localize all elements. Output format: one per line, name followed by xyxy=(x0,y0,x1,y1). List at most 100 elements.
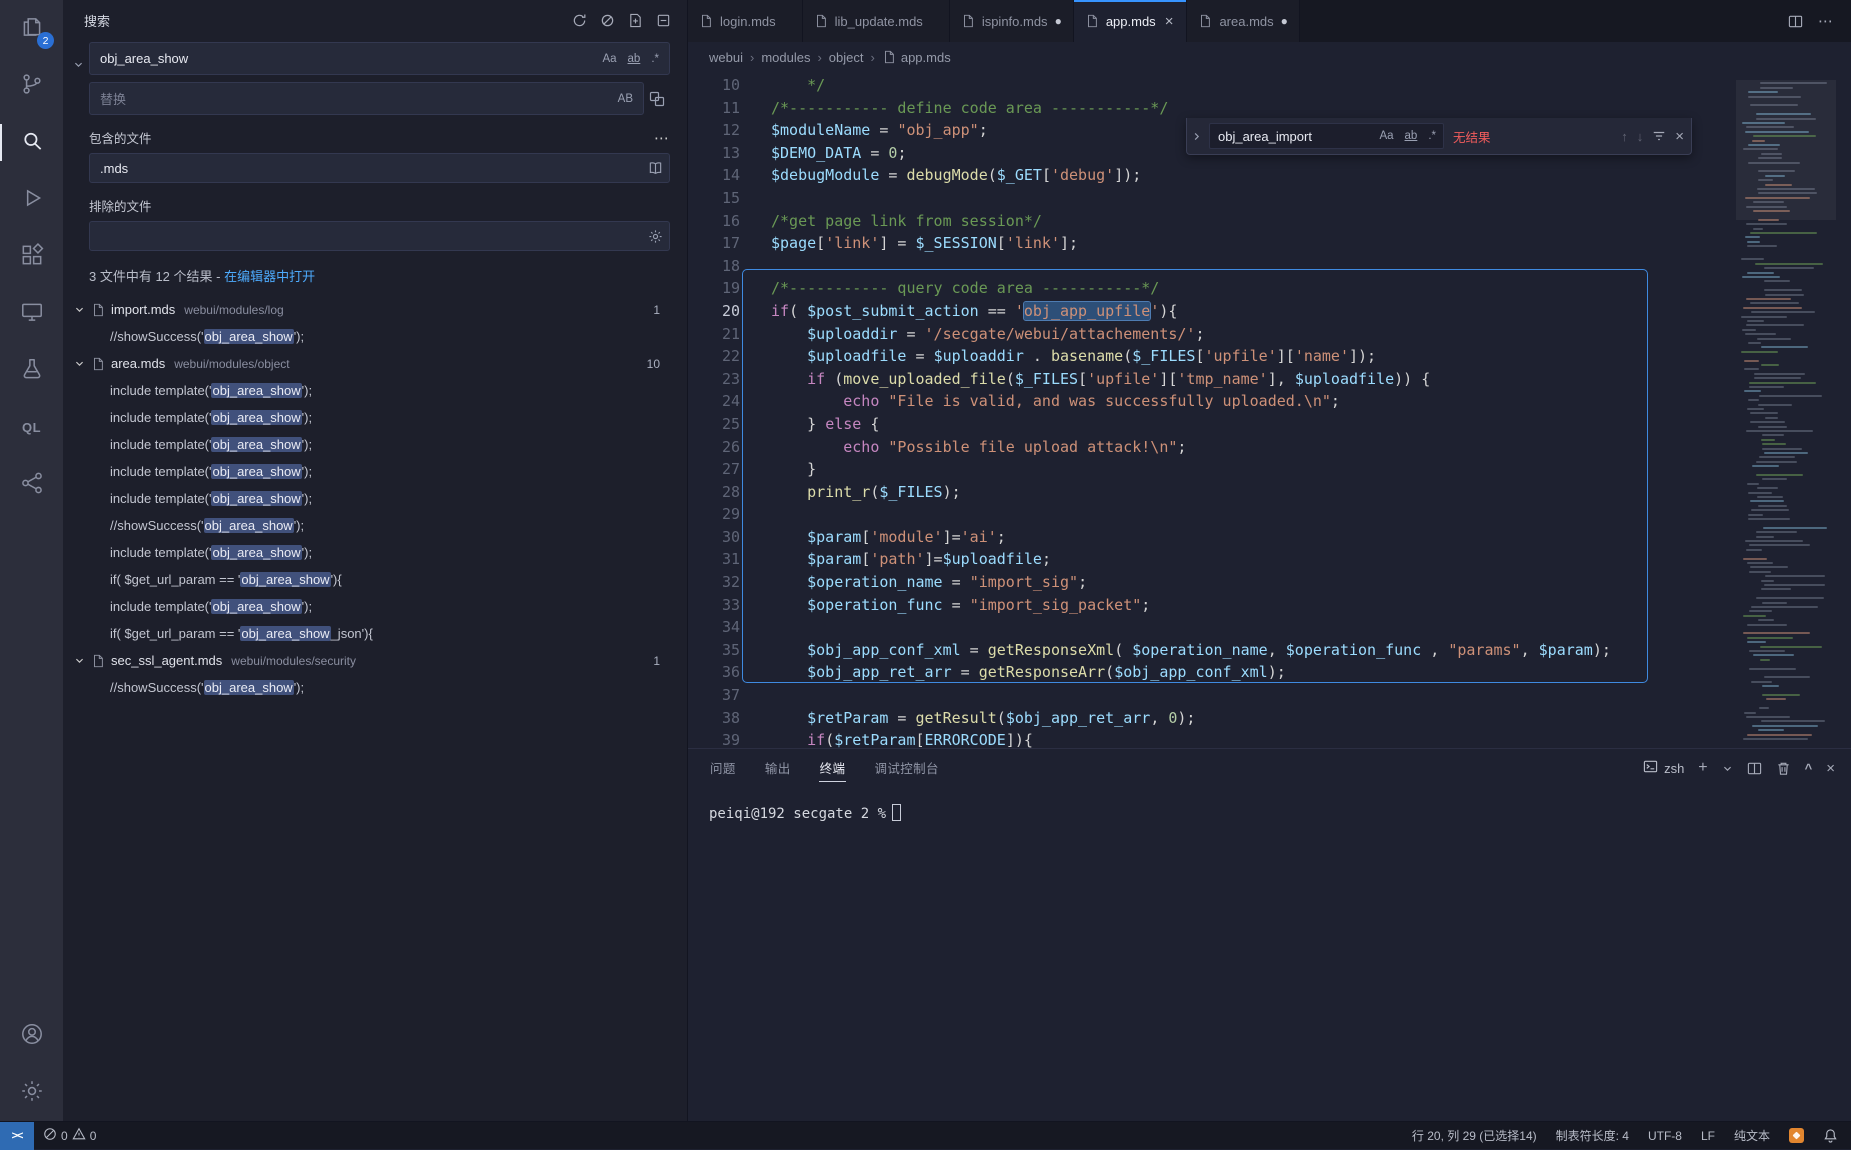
code-line[interactable]: 28 print_r($_FILES); xyxy=(688,481,1736,504)
eol-status[interactable]: LF xyxy=(1701,1129,1715,1143)
split-editor-icon[interactable] xyxy=(1788,14,1803,29)
editor-tab-ispinfo-mds[interactable]: ispinfo.mds● xyxy=(950,0,1074,42)
toggle-find-replace-icon[interactable] xyxy=(1191,131,1202,142)
activity-explorer[interactable]: 2 xyxy=(0,0,63,57)
new-terminal-icon[interactable]: + xyxy=(1698,759,1707,777)
breadcrumb-item[interactable]: object xyxy=(829,50,864,65)
close-icon[interactable]: × xyxy=(1163,13,1176,30)
editor-tab-area-mds[interactable]: area.mds● xyxy=(1187,0,1299,42)
preserve-case-icon[interactable]: AB xyxy=(614,91,637,107)
toggle-replace-button[interactable] xyxy=(73,42,89,115)
panel-tab-调试控制台[interactable]: 调试控制台 xyxy=(873,754,940,782)
find-next-icon[interactable]: ↓ xyxy=(1637,129,1644,144)
search-result-line[interactable]: //showSuccess('obj_area_show'); xyxy=(63,512,687,539)
indentation-status[interactable]: 制表符长度: 4 xyxy=(1556,1127,1629,1144)
cursor-position-status[interactable]: 行 20, 列 29 (已选择14) xyxy=(1412,1127,1537,1144)
find-regex-icon[interactable]: .* xyxy=(1424,128,1440,144)
code-line[interactable]: 10 */ xyxy=(688,74,1736,97)
code-line[interactable]: 30 $param['module']='ai'; xyxy=(688,526,1736,549)
code-line[interactable]: 32 $operation_name = "import_sig"; xyxy=(688,571,1736,594)
panel-tab-问题[interactable]: 问题 xyxy=(709,754,737,782)
search-file-row[interactable]: import.mdswebui/modules/log1 xyxy=(63,296,687,323)
search-result-line[interactable]: include template('obj_area_show'); xyxy=(63,404,687,431)
maximize-panel-icon[interactable]: ^ xyxy=(1805,761,1813,776)
code-line[interactable]: 23 if (move_uploaded_file($_FILES['upfil… xyxy=(688,368,1736,391)
terminal-profile[interactable]: zsh xyxy=(1643,759,1684,777)
activity-source-control[interactable] xyxy=(0,57,63,114)
find-input[interactable]: obj_area_import Aa ab .* xyxy=(1209,123,1444,149)
activity-testing[interactable] xyxy=(0,342,63,399)
panel-tab-输出[interactable]: 输出 xyxy=(764,754,792,782)
replace-all-icon[interactable] xyxy=(644,91,670,107)
search-open-editors-icon[interactable] xyxy=(648,161,663,176)
search-result-line[interactable]: if( $get_url_param == 'obj_area_show'){ xyxy=(63,566,687,593)
code-line[interactable]: 17$page['link'] = $_SESSION['link']; xyxy=(688,232,1736,255)
editor-tab-login-mds[interactable]: login.mds xyxy=(688,0,803,42)
activity-remote-explorer[interactable] xyxy=(0,285,63,342)
code-line[interactable]: 39 if($retParam[ERRORCODE]){ xyxy=(688,729,1736,748)
code-line[interactable]: 22 $uploadfile = $uploaddir . basename($… xyxy=(688,345,1736,368)
code-line[interactable]: 34 xyxy=(688,616,1736,639)
code-line[interactable]: 21 $uploaddir = '/secgate/webui/attachem… xyxy=(688,323,1736,346)
code-line[interactable]: 37 xyxy=(688,684,1736,707)
exclude-settings-gear-icon[interactable] xyxy=(648,229,663,244)
replace-input[interactable]: 替换 AB xyxy=(89,82,644,115)
activity-extensions[interactable] xyxy=(0,228,63,285)
activity-settings[interactable] xyxy=(0,1064,63,1121)
search-file-row[interactable]: sec_ssl_agent.mdswebui/modules/security1 xyxy=(63,647,687,674)
terminal-content[interactable]: peiqi@192 secgate 2 % xyxy=(688,787,1851,824)
extension-status-icon[interactable] xyxy=(1789,1128,1804,1143)
editor-tab-app-mds[interactable]: app.mds× xyxy=(1074,0,1188,42)
search-result-line[interactable]: include template('obj_area_show'); xyxy=(63,593,687,620)
code-line[interactable]: 19/*----------- query code area --------… xyxy=(688,277,1736,300)
code-line[interactable]: 29 xyxy=(688,503,1736,526)
activity-run-debug[interactable] xyxy=(0,171,63,228)
remote-indicator[interactable]: >< xyxy=(0,1122,34,1150)
code-line[interactable]: 25 } else { xyxy=(688,413,1736,436)
search-result-line[interactable]: include template('obj_area_show'); xyxy=(63,458,687,485)
find-previous-icon[interactable]: ↑ xyxy=(1621,129,1628,144)
code-line[interactable]: 27 } xyxy=(688,458,1736,481)
code-line[interactable]: 24 echo "File is valid, and was successf… xyxy=(688,390,1736,413)
find-whole-word-icon[interactable]: ab xyxy=(1401,128,1422,144)
code-line[interactable]: 20if( $post_submit_action == 'obj_app_up… xyxy=(688,300,1736,323)
breadcrumb-file[interactable]: app.mds xyxy=(882,50,951,65)
search-result-line[interactable]: include template('obj_area_show'); xyxy=(63,539,687,566)
search-result-line[interactable]: include template('obj_area_show'); xyxy=(63,485,687,512)
search-result-line[interactable]: include template('obj_area_show'); xyxy=(63,431,687,458)
search-file-row[interactable]: area.mdswebui/modules/object10 xyxy=(63,350,687,377)
regex-icon[interactable]: .* xyxy=(647,51,663,67)
whole-word-icon[interactable]: ab xyxy=(624,51,645,67)
open-in-editor-link[interactable]: 在编辑器中打开 xyxy=(224,269,315,284)
files-to-exclude-input[interactable] xyxy=(89,221,670,251)
search-input[interactable]: obj_area_show Aa ab .* xyxy=(89,42,670,75)
code-line[interactable]: 14$debugModule = debugMode($_GET['debug'… xyxy=(688,164,1736,187)
activity-codeql[interactable]: QL xyxy=(0,399,63,456)
collapse-all-icon[interactable] xyxy=(656,13,671,28)
code-line[interactable]: 38 $retParam = getResult($obj_app_ret_ar… xyxy=(688,707,1736,730)
editor-tab-lib_update-mds[interactable]: lib_update.mds xyxy=(803,0,950,42)
terminal-dropdown-icon[interactable] xyxy=(1722,763,1733,774)
toggle-search-details-icon[interactable]: ⋯ xyxy=(654,129,670,147)
kill-terminal-trash-icon[interactable] xyxy=(1776,761,1791,776)
code-line[interactable]: 15 xyxy=(688,187,1736,210)
clear-search-results-icon[interactable] xyxy=(600,13,615,28)
find-in-selection-icon[interactable] xyxy=(1652,129,1666,143)
find-match-case-icon[interactable]: Aa xyxy=(1375,128,1397,144)
activity-flow-extension[interactable] xyxy=(0,456,63,513)
language-mode-status[interactable]: 纯文本 xyxy=(1734,1127,1770,1144)
activity-search[interactable] xyxy=(0,114,63,171)
split-terminal-icon[interactable] xyxy=(1747,761,1762,776)
encoding-status[interactable]: UTF-8 xyxy=(1648,1129,1682,1143)
search-result-line[interactable]: if( $get_url_param == 'obj_area_show_jso… xyxy=(63,620,687,647)
files-to-include-input[interactable]: .mds xyxy=(89,153,670,183)
more-actions-icon[interactable]: ⋯ xyxy=(1818,12,1834,30)
code-line[interactable]: 35 $obj_app_conf_xml = getResponseXml( $… xyxy=(688,639,1736,662)
open-search-editor-icon[interactable] xyxy=(628,13,643,28)
code-line[interactable]: 11/*----------- define code area -------… xyxy=(688,97,1736,120)
code-editor[interactable]: 10 */11/*----------- define code area --… xyxy=(688,72,1851,748)
notifications-bell-icon[interactable] xyxy=(1823,1128,1838,1143)
code-line[interactable]: 33 $operation_func = "import_sig_packet"… xyxy=(688,594,1736,617)
panel-tab-终端[interactable]: 终端 xyxy=(819,754,847,782)
code-line[interactable]: 26 echo "Possible file upload attack!\n"… xyxy=(688,436,1736,459)
